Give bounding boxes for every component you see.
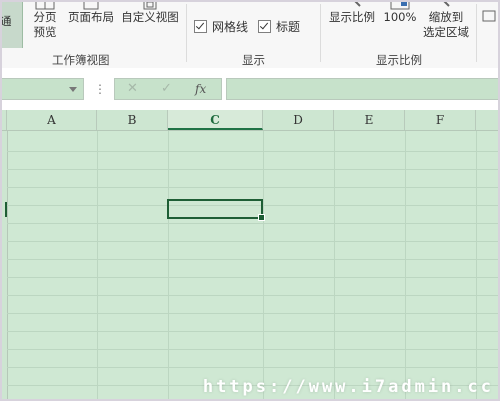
headings-check-icon [258,20,271,33]
grid-hline [7,187,500,188]
zoom-magnifier-icon [353,0,361,7]
grid-hline [7,295,500,296]
gridlines-check-icon [194,20,207,33]
grid-hline [7,241,500,242]
grid-hline [7,313,500,314]
grid-hline [7,331,500,332]
column-header-e[interactable]: E [334,110,405,130]
ribbon-separator [186,4,187,62]
column-header-row: A B C D E F [0,110,500,131]
gridlines-checkbox[interactable]: 网格线 [194,18,248,35]
custom-views-label: 自定义视图 [121,10,179,24]
grid-vline [168,131,169,401]
page-break-preview-label: 分页 预览 [33,10,57,39]
grid-hline [7,259,500,260]
column-header-f[interactable]: F [405,110,476,130]
custom-views-button[interactable]: 自定义视图 [118,0,182,25]
headings-checkbox[interactable]: 标题 [258,18,300,35]
ribbon-separator [320,4,321,62]
column-header-d[interactable]: D [263,110,334,130]
grid-hline [7,349,500,350]
grid-hline [7,277,500,278]
workbook-views-group-label: 工作簿视图 [52,53,110,67]
grid-vline [334,131,335,401]
grid-vline [476,131,477,401]
zoom-100-icon [390,0,410,10]
zoom-to-selection-label: 缩放到 选定区域 [423,10,469,39]
enter-icon[interactable]: ✓ [161,81,172,96]
new-window-icon[interactable] [482,8,498,24]
page-break-preview-icon [35,0,55,10]
fill-handle[interactable] [258,214,265,221]
page-layout-button[interactable]: 页面布局 [64,0,118,25]
page-layout-icon [83,0,99,10]
headings-label: 标题 [276,20,301,34]
normal-view-button[interactable]: 通 [0,0,23,48]
zoom-to-selection-icon [442,0,450,7]
page-layout-label: 页面布局 [68,10,114,24]
grid-hline [7,367,500,368]
watermark: https://www.i7admin.cc [202,377,494,397]
page-break-preview-button[interactable]: 分页 预览 [28,0,62,40]
cancel-icon[interactable]: ✕ [127,81,138,96]
ribbon: 通 分页 预览 页面布局 自定义视图 工作簿视图 网格线 标题 显示 显示比例 … [0,0,500,69]
zoom-to-selection-button[interactable]: 缩放到 选定区域 [418,0,474,40]
chevron-down-icon[interactable] [69,87,77,92]
insert-function-icon[interactable]: fx [195,82,206,96]
zoom-group-label: 显示比例 [376,53,422,67]
column-header-g[interactable] [476,110,500,130]
worksheet-grid[interactable]: A B C D E F https://www.i7admin.cc [0,110,500,401]
grid-hline [7,223,500,224]
ribbon-separator [476,4,477,62]
custom-views-icon [143,0,157,10]
zoom-label: 显示比例 [329,10,375,24]
zoom-100-button[interactable]: 100% [382,0,418,25]
zoom-button[interactable]: 显示比例 [324,0,380,25]
active-cell-c[interactable] [167,199,265,221]
grid-vline [97,131,98,401]
name-box[interactable] [0,78,84,100]
select-all-corner[interactable] [0,110,7,130]
grid-vline [405,131,406,401]
column-header-a[interactable]: A [7,110,97,130]
gridlines-label: 网格线 [212,20,249,34]
grid-vline [263,131,264,401]
more-options-icon[interactable]: ⋮ [94,82,106,96]
column-header-c[interactable]: C [168,110,263,130]
show-group-label: 显示 [242,53,265,67]
column-header-b[interactable]: B [97,110,168,130]
grid-hline [7,169,500,170]
grid-hline [7,151,500,152]
row-header-column[interactable] [0,131,8,401]
formula-bar: ⋮ ✕ ✓ fx [0,68,500,110]
zoom-100-label: 100% [383,10,417,24]
normal-view-label: 通 [0,14,12,28]
formula-buttons: ✕ ✓ fx [114,78,222,100]
formula-input[interactable] [226,78,500,100]
